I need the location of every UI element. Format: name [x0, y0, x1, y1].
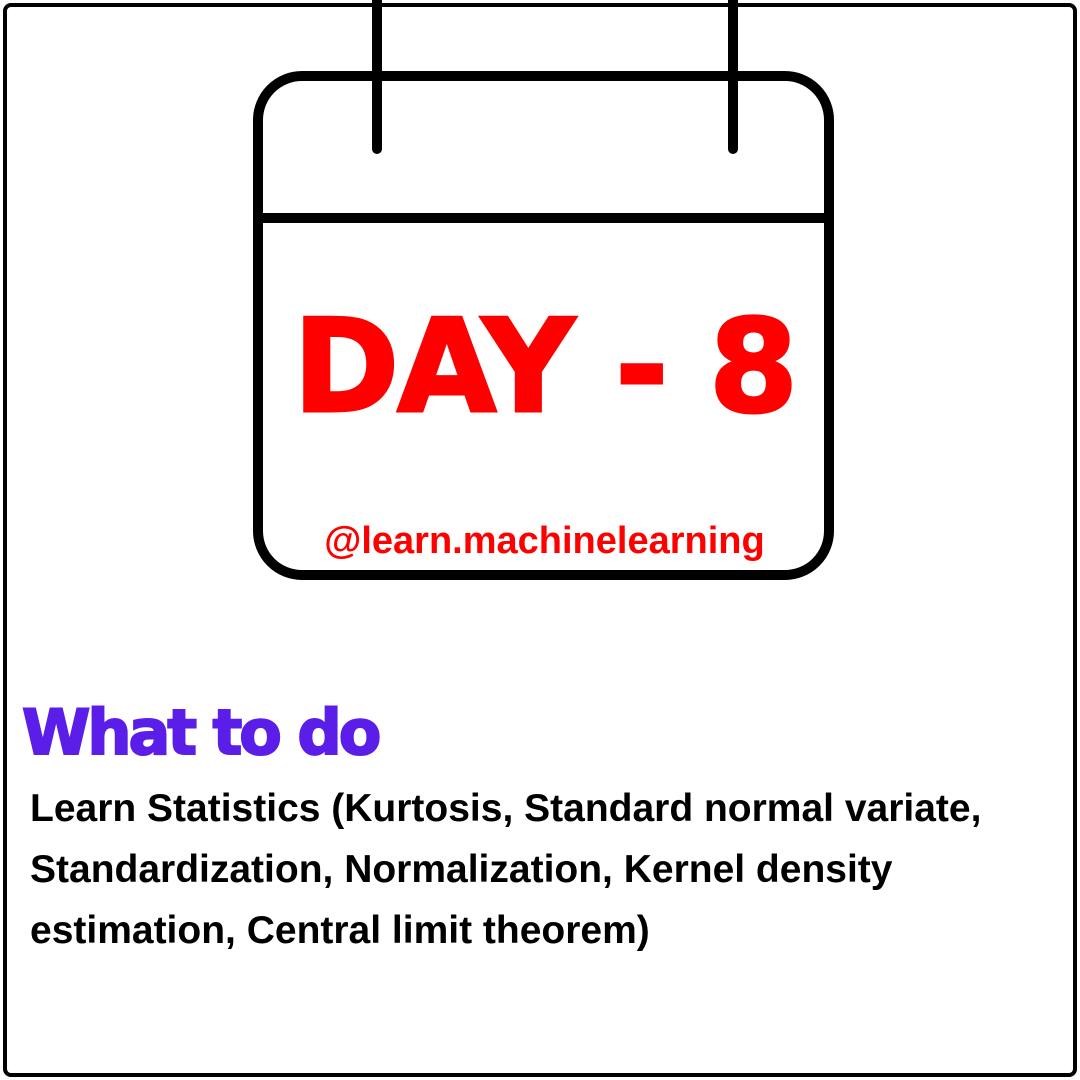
day-label: DAY - 8 — [291, 293, 799, 442]
section-heading: What to do — [21, 695, 382, 770]
account-handle: @learn.machinelearning — [324, 520, 765, 562]
section-body: Learn Statistics (Kurtosis, Standard nor… — [30, 787, 982, 952]
